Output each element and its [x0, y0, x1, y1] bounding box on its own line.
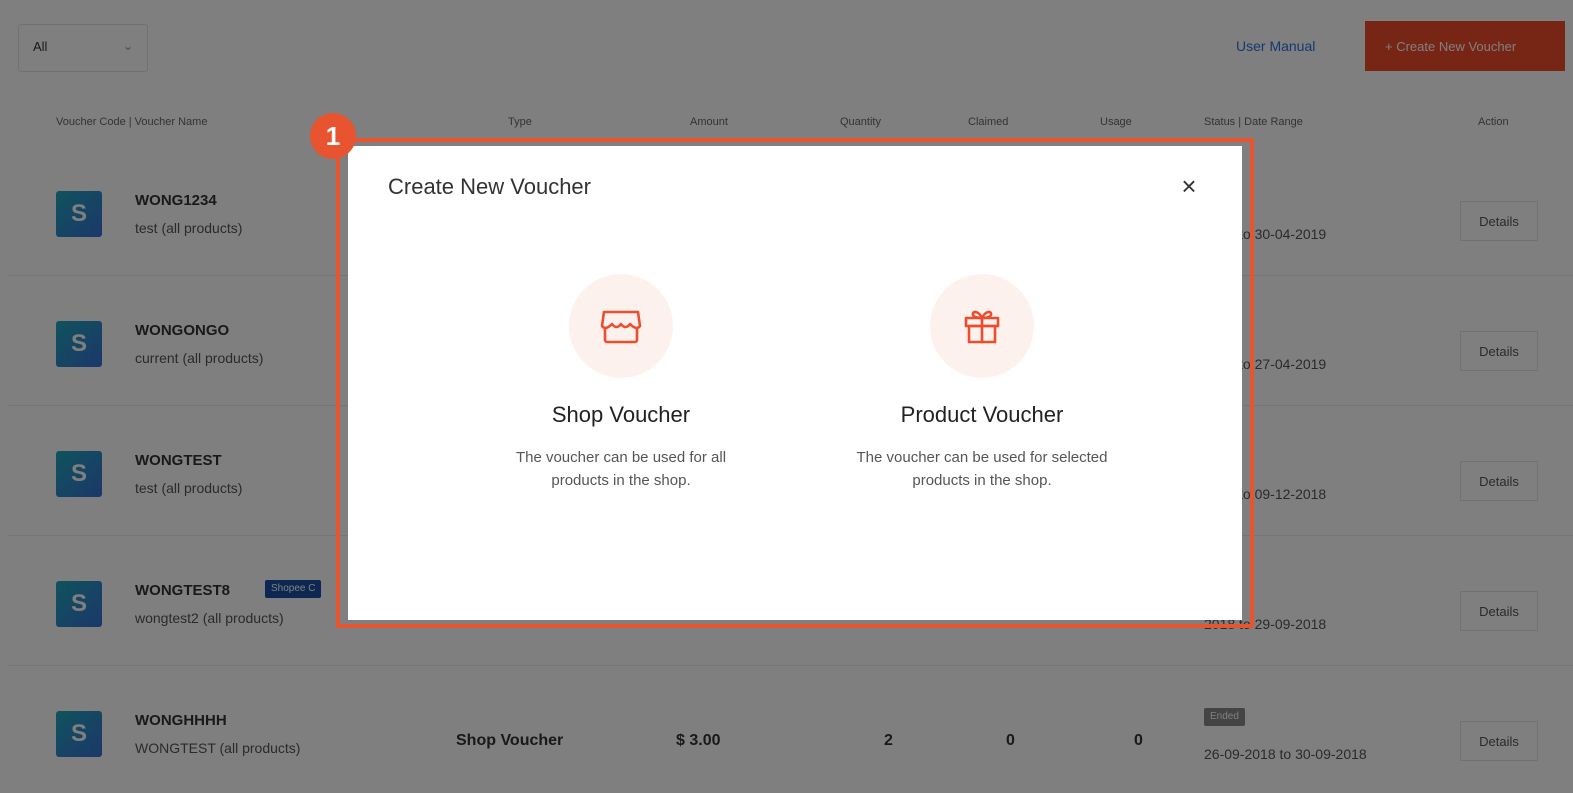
- close-icon[interactable]: ×: [1174, 172, 1204, 202]
- option-title: Product Voucher: [900, 402, 1064, 427]
- product-voucher-option[interactable]: Product Voucher The voucher can be used …: [822, 274, 1142, 504]
- step-number-marker: 1: [310, 113, 356, 159]
- option-description: The voucher can be used for selected pro…: [822, 446, 1142, 492]
- option-description-line: products in the shop.: [551, 472, 691, 489]
- option-title: Shop Voucher: [551, 402, 691, 427]
- option-description-line: The voucher can be used for all: [515, 449, 727, 466]
- option-description: The voucher can be used for all products…: [461, 446, 781, 492]
- shop-icon: [569, 274, 673, 378]
- gift-icon: [930, 274, 1034, 378]
- option-description-line: The voucher can be used for selected: [856, 449, 1108, 466]
- create-voucher-modal: Create New Voucher × Shop Voucher The vo…: [348, 146, 1242, 620]
- modal-title: Create New Voucher: [388, 174, 591, 199]
- shop-voucher-option[interactable]: Shop Voucher The voucher can be used for…: [461, 274, 781, 504]
- option-description-line: products in the shop.: [912, 472, 1052, 489]
